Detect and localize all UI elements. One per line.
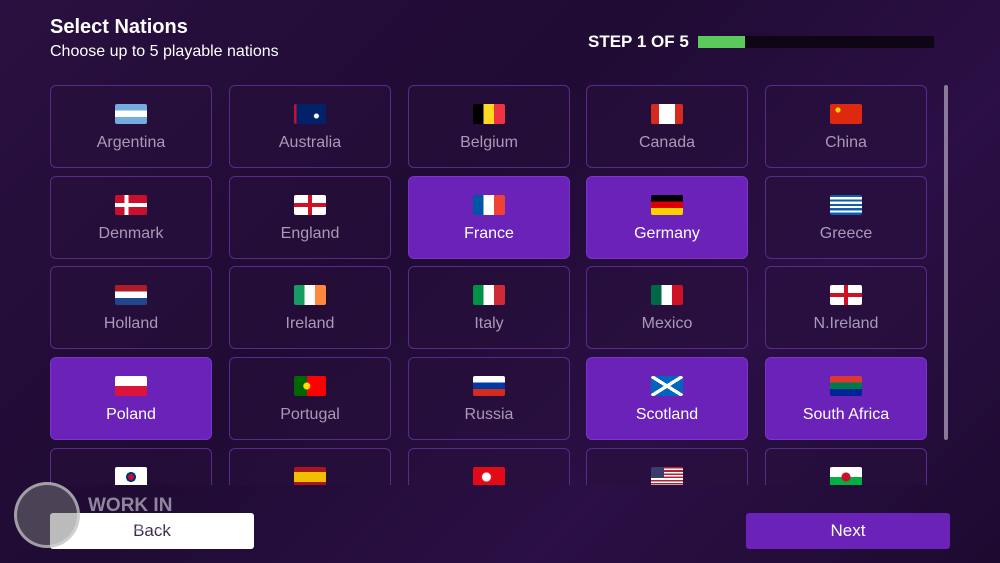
australia-flag-icon [294,104,326,124]
argentina-flag-icon [115,104,147,124]
france-flag-icon [473,195,505,215]
russia-flag-icon [473,376,505,396]
nation-label: South Africa [802,406,890,423]
nation-card-mexico[interactable]: Mexico [586,266,748,349]
spain-flag-icon [294,467,326,485]
nation-label: N.Ireland [813,315,879,332]
nation-label: Belgium [460,134,518,151]
nation-card-australia[interactable]: Australia [229,85,391,168]
scotland-flag-icon [651,376,683,396]
ireland-flag-icon [294,285,326,305]
nation-label: England [280,225,340,242]
step-indicator: STEP 1 OF 5 [588,32,689,51]
nation-card-italy[interactable]: Italy [408,266,570,349]
nation-grid: Argentina Australia Belgium Canada China Denm… [50,85,927,485]
nation-label: Ireland [285,315,335,332]
nation-card-england[interactable]: England [229,176,391,259]
nation-label: Scotland [635,406,699,423]
page-title: Select Nations [50,16,188,38]
nation-label: Germany [634,225,700,242]
canada-flag-icon [651,104,683,124]
nation-card-usa[interactable] [586,448,748,485]
progress-fill [698,36,746,48]
nation-card-portugal[interactable]: Portugal [229,357,391,440]
nation-card-russia[interactable]: Russia [408,357,570,440]
nation-card-holland[interactable]: Holland [50,266,212,349]
england-flag-icon [294,195,326,215]
belgium-flag-icon [473,104,505,124]
portugal-flag-icon [294,376,326,396]
china-flag-icon [830,104,862,124]
nation-label: Australia [278,134,342,151]
mexico-flag-icon [651,285,683,305]
nation-card-china[interactable]: China [765,85,927,168]
watermark-line1: WORK IN [88,495,173,516]
nation-label: Russia [464,406,514,423]
next-button[interactable]: Next [746,513,950,549]
nation-label: Denmark [98,225,164,242]
usa-flag-icon [651,467,683,485]
south-korea-flag-icon [115,467,147,485]
nation-card-wales[interactable] [765,448,927,485]
poland-flag-icon [115,376,147,396]
nation-card-scotland[interactable]: Scotland [586,357,748,440]
nation-label: China [825,134,867,151]
watermark: WORK IN PROGRESS [88,496,196,536]
watermark-line2: PROGRESS [88,515,196,536]
nation-label: Italy [474,315,504,332]
nation-card-spain[interactable] [229,448,391,485]
greece-flag-icon [830,195,862,215]
nation-card-belgium[interactable]: Belgium [408,85,570,168]
page-subtitle: Choose up to 5 playable nations [50,43,279,60]
nation-card-northern-ireland[interactable]: N.Ireland [765,266,927,349]
turkey-flag-icon [473,467,505,485]
nation-label: France [464,225,514,242]
nation-card-poland[interactable]: Poland [50,357,212,440]
nation-card-south-africa[interactable]: South Africa [765,357,927,440]
nation-card-greece[interactable]: Greece [765,176,927,259]
germany-flag-icon [651,195,683,215]
nation-card-germany[interactable]: Germany [586,176,748,259]
nation-label: Argentina [96,134,166,151]
nation-label: Holland [103,315,159,332]
italy-flag-icon [473,285,505,305]
nation-card-canada[interactable]: Canada [586,85,748,168]
wales-flag-icon [830,467,862,485]
scrollbar[interactable] [944,85,948,440]
nation-card-france[interactable]: France [408,176,570,259]
south-africa-flag-icon [830,376,862,396]
nation-card-denmark[interactable]: Denmark [50,176,212,259]
nation-label: Canada [638,134,696,151]
nation-card-south-korea[interactable] [50,448,212,485]
nation-label: Mexico [641,315,693,332]
northern-ireland-flag-icon [830,285,862,305]
nation-card-ireland[interactable]: Ireland [229,266,391,349]
nation-label: Portugal [280,406,340,423]
nation-label: Poland [106,406,156,423]
holland-flag-icon [115,285,147,305]
denmark-flag-icon [115,195,147,215]
sports-interactive-logo [14,482,80,548]
nation-card-argentina[interactable]: Argentina [50,85,212,168]
progress-bar [698,36,934,48]
nation-card-turkey[interactable] [408,448,570,485]
nation-label: Greece [819,225,873,242]
